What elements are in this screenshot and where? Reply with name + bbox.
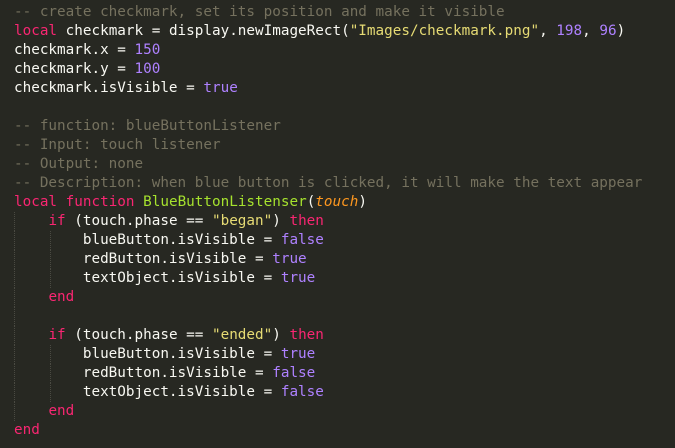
code-keyword: function bbox=[65, 194, 135, 210]
code-line[interactable]: redButton.isVisible = false bbox=[0, 364, 675, 383]
indent-guide bbox=[50, 383, 52, 402]
code-comment: -- Output: none bbox=[14, 156, 144, 172]
code-line[interactable]: textObject.isVisible = true bbox=[0, 269, 675, 288]
code-text: , bbox=[539, 23, 557, 39]
code-keyword: if bbox=[48, 327, 66, 343]
code-line[interactable]: checkmark.isVisible = true bbox=[0, 79, 675, 98]
code-text: ( bbox=[306, 194, 316, 210]
code-text: ) bbox=[272, 213, 290, 229]
indent-guide bbox=[50, 231, 52, 250]
indent-guide bbox=[50, 250, 52, 269]
code-text: textObject.isVisible = bbox=[14, 384, 281, 400]
code-text: checkmark.isVisible = bbox=[14, 80, 204, 96]
code-editor[interactable]: -- create checkmark, set its position an… bbox=[0, 0, 675, 448]
code-line[interactable]: end bbox=[0, 402, 675, 421]
code-string: "began" bbox=[211, 213, 273, 229]
code-parameter: touch bbox=[315, 194, 359, 210]
code-line[interactable]: if (touch.phase == "began") then bbox=[0, 212, 675, 231]
indent-guide bbox=[14, 383, 16, 402]
code-line[interactable]: checkmark.y = 100 bbox=[0, 60, 675, 79]
code-function-name: BlueButtonListenser bbox=[143, 194, 307, 210]
indent-guide bbox=[14, 250, 16, 269]
indent-guide bbox=[14, 269, 16, 288]
indent-guide bbox=[14, 307, 16, 326]
code-boolean: true bbox=[280, 346, 316, 362]
code-keyword: local bbox=[14, 23, 58, 39]
code-text: (touch.phase == bbox=[65, 327, 212, 343]
code-comment: -- Description: when blue button is clic… bbox=[14, 175, 643, 191]
indent-guide bbox=[50, 345, 52, 364]
code-line[interactable]: end bbox=[0, 421, 675, 440]
code-line[interactable]: textObject.isVisible = false bbox=[0, 383, 675, 402]
code-text: , bbox=[582, 23, 600, 39]
code-text: checkmark = display.newImageRect( bbox=[57, 23, 350, 39]
code-line[interactable]: local checkmark = display.newImageRect("… bbox=[0, 22, 675, 41]
code-text: ) bbox=[358, 194, 367, 210]
code-line[interactable]: -- Description: when blue button is clic… bbox=[0, 174, 675, 193]
code-comment: -- create checkmark, set its position an… bbox=[14, 4, 505, 20]
code-text: blueButton.isVisible = bbox=[14, 232, 281, 248]
indent-guide bbox=[14, 212, 16, 231]
code-keyword: end bbox=[48, 403, 75, 419]
code-text: (touch.phase == bbox=[65, 213, 212, 229]
code-keyword: then bbox=[289, 213, 324, 229]
code-text: ) bbox=[272, 327, 290, 343]
code-string: "ended" bbox=[211, 327, 273, 343]
code-string: "Images/checkmark.png" bbox=[349, 23, 540, 39]
code-line[interactable] bbox=[0, 98, 675, 117]
code-boolean: true bbox=[203, 80, 238, 96]
code-line[interactable]: redButton.isVisible = true bbox=[0, 250, 675, 269]
code-line[interactable]: end bbox=[0, 288, 675, 307]
code-boolean: true bbox=[272, 251, 307, 267]
indent-guide bbox=[50, 364, 52, 383]
code-text: textObject.isVisible = bbox=[14, 270, 281, 286]
code-keyword: if bbox=[48, 213, 66, 229]
code-line[interactable]: local function BlueButtonListenser(touch… bbox=[0, 193, 675, 212]
code-keyword: end bbox=[48, 289, 75, 305]
code-line[interactable]: -- Output: none bbox=[0, 155, 675, 174]
code-comment: -- function: blueButtonListener bbox=[14, 118, 281, 134]
code-line[interactable]: -- function: blueButtonListener bbox=[0, 117, 675, 136]
code-keyword: local bbox=[14, 194, 58, 210]
code-line[interactable]: -- Input: touch listener bbox=[0, 136, 675, 155]
code-text: redButton.isVisible = bbox=[14, 365, 273, 381]
code-line[interactable]: if (touch.phase == "ended") then bbox=[0, 326, 675, 345]
code-line[interactable]: blueButton.isVisible = false bbox=[0, 231, 675, 250]
code-comment: -- Input: touch listener bbox=[14, 137, 221, 153]
code-text: checkmark.x = bbox=[14, 42, 135, 58]
code-number: 96 bbox=[599, 23, 617, 39]
code-keyword: then bbox=[289, 327, 324, 343]
code-number: 198 bbox=[556, 23, 583, 39]
indent-guide bbox=[14, 402, 16, 421]
indent-guide bbox=[14, 288, 16, 307]
code-text: checkmark.y = bbox=[14, 61, 135, 77]
indent-guide bbox=[14, 364, 16, 383]
code-boolean: false bbox=[280, 232, 324, 248]
indent-guide bbox=[14, 231, 16, 250]
code-text: ) bbox=[616, 23, 626, 39]
code-line[interactable] bbox=[0, 307, 675, 326]
code-number: 100 bbox=[134, 61, 161, 77]
indent-guide bbox=[14, 345, 16, 364]
code-line[interactable]: blueButton.isVisible = true bbox=[0, 345, 675, 364]
code-line[interactable]: -- create checkmark, set its position an… bbox=[0, 3, 675, 22]
code-boolean: true bbox=[280, 270, 316, 286]
code-number: 150 bbox=[134, 42, 161, 58]
indent-guide bbox=[50, 269, 52, 288]
code-text: blueButton.isVisible = bbox=[14, 346, 281, 362]
code-boolean: false bbox=[280, 384, 324, 400]
indent-guide bbox=[14, 326, 16, 345]
code-boolean: false bbox=[272, 365, 316, 381]
code-line[interactable]: checkmark.x = 150 bbox=[0, 41, 675, 60]
code-text: redButton.isVisible = bbox=[14, 251, 273, 267]
code-keyword: end bbox=[14, 422, 40, 438]
